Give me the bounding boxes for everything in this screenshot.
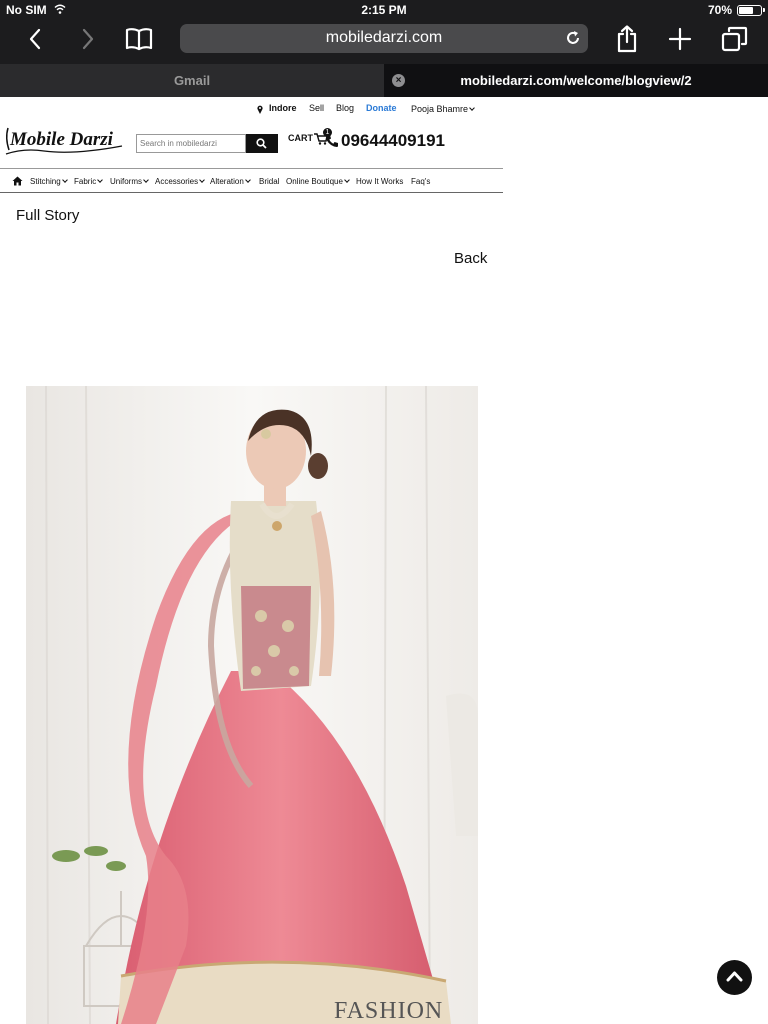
blog-link[interactable]: Blog	[336, 103, 354, 113]
chevron-up-icon	[726, 971, 743, 982]
menu-item-uniforms[interactable]: Uniforms	[110, 177, 149, 186]
tab-strip: Gmail × mobiledarzi.com/welcome/blogview…	[0, 64, 768, 97]
tab-active[interactable]: × mobiledarzi.com/welcome/blogview/2	[384, 64, 768, 97]
status-bar: No SIM 2:15 PM 70%	[0, 0, 768, 20]
menu-label: Alteration	[210, 177, 244, 186]
forward-nav-button[interactable]	[73, 24, 103, 54]
back-nav-button[interactable]	[20, 24, 50, 54]
site-logo[interactable]: Mobile Darzi	[4, 118, 124, 158]
phone-number[interactable]: 09644409191	[341, 131, 445, 151]
page-title: Full Story	[16, 207, 80, 224]
sell-link[interactable]: Sell	[309, 103, 324, 113]
search-icon	[256, 138, 267, 149]
chevron-down-icon	[199, 177, 205, 183]
search-input[interactable]: Search in mobiledarzi	[136, 134, 246, 153]
chevron-right-icon	[82, 28, 94, 50]
menu-label: Fabric	[74, 177, 97, 186]
phone-icon	[326, 135, 338, 147]
cart-label[interactable]: CART	[288, 133, 313, 143]
menu-label: Stitching	[30, 177, 61, 186]
scroll-to-top-button[interactable]	[717, 960, 752, 995]
chevron-down-icon	[61, 177, 68, 183]
logo-text: Mobile Darzi	[9, 129, 114, 150]
chevron-down-icon	[469, 105, 475, 111]
plus-icon	[668, 27, 692, 51]
menu-item-alteration[interactable]: Alteration	[210, 177, 251, 186]
story-image: FASHION	[26, 386, 478, 1024]
menu-item-online-boutique[interactable]: Online Boutique	[286, 177, 350, 186]
book-icon	[125, 28, 153, 51]
clock: 2:15 PM	[361, 3, 407, 17]
menu-label: How It Works	[356, 177, 404, 186]
battery-icon	[737, 5, 765, 16]
menu-label: Faq's	[411, 177, 431, 186]
map-pin-icon	[257, 105, 263, 114]
reload-icon[interactable]	[564, 29, 582, 47]
back-link[interactable]: Back	[454, 250, 487, 267]
menu-item-accessories[interactable]: Accessories	[155, 177, 205, 186]
home-icon[interactable]	[12, 176, 23, 186]
menu-item-faqs[interactable]: Faq's	[411, 177, 430, 186]
menu-item-stitching[interactable]: Stitching	[30, 177, 68, 186]
location-link[interactable]: Indore	[269, 103, 297, 113]
menu-item-how-it-works[interactable]: How It Works	[356, 177, 403, 186]
user-name: Pooja Bhamre	[411, 104, 469, 114]
main-menu: Stitching Fabric Uniforms Accessories Al…	[0, 169, 503, 193]
browser-chrome: No SIM 2:15 PM 70% mobiledarzi.com	[0, 0, 768, 64]
tabs-icon	[721, 26, 748, 52]
new-tab-button[interactable]	[665, 24, 695, 54]
battery-percent: 70%	[707, 3, 732, 17]
search-button[interactable]	[246, 134, 278, 153]
share-button[interactable]	[612, 24, 642, 54]
chevron-down-icon	[244, 177, 251, 183]
menu-item-bridal[interactable]: Bridal	[259, 177, 279, 186]
image-watermark: FASHION	[334, 998, 444, 1024]
chevron-left-icon	[29, 28, 41, 50]
chevron-down-icon	[143, 177, 149, 183]
donate-link[interactable]: Donate	[366, 103, 397, 113]
tabs-overview-button[interactable]	[720, 24, 750, 54]
chevron-down-icon	[344, 177, 350, 183]
menu-label: Accessories	[155, 177, 199, 186]
tab-active-label: mobiledarzi.com/welcome/blogview/2	[460, 73, 692, 88]
menu-label: Bridal	[259, 177, 280, 186]
menu-label: Online Boutique	[286, 177, 343, 186]
address-bar[interactable]: mobiledarzi.com	[180, 24, 588, 53]
chevron-down-icon	[97, 177, 104, 183]
bookmarks-button[interactable]	[124, 24, 154, 54]
url-text: mobiledarzi.com	[325, 29, 443, 46]
user-menu[interactable]: Pooja Bhamre	[411, 104, 475, 114]
tab-gmail[interactable]: Gmail	[0, 64, 384, 97]
share-icon	[617, 25, 637, 53]
menu-item-fabric[interactable]: Fabric	[74, 177, 104, 186]
menu-label: Uniforms	[110, 177, 143, 186]
